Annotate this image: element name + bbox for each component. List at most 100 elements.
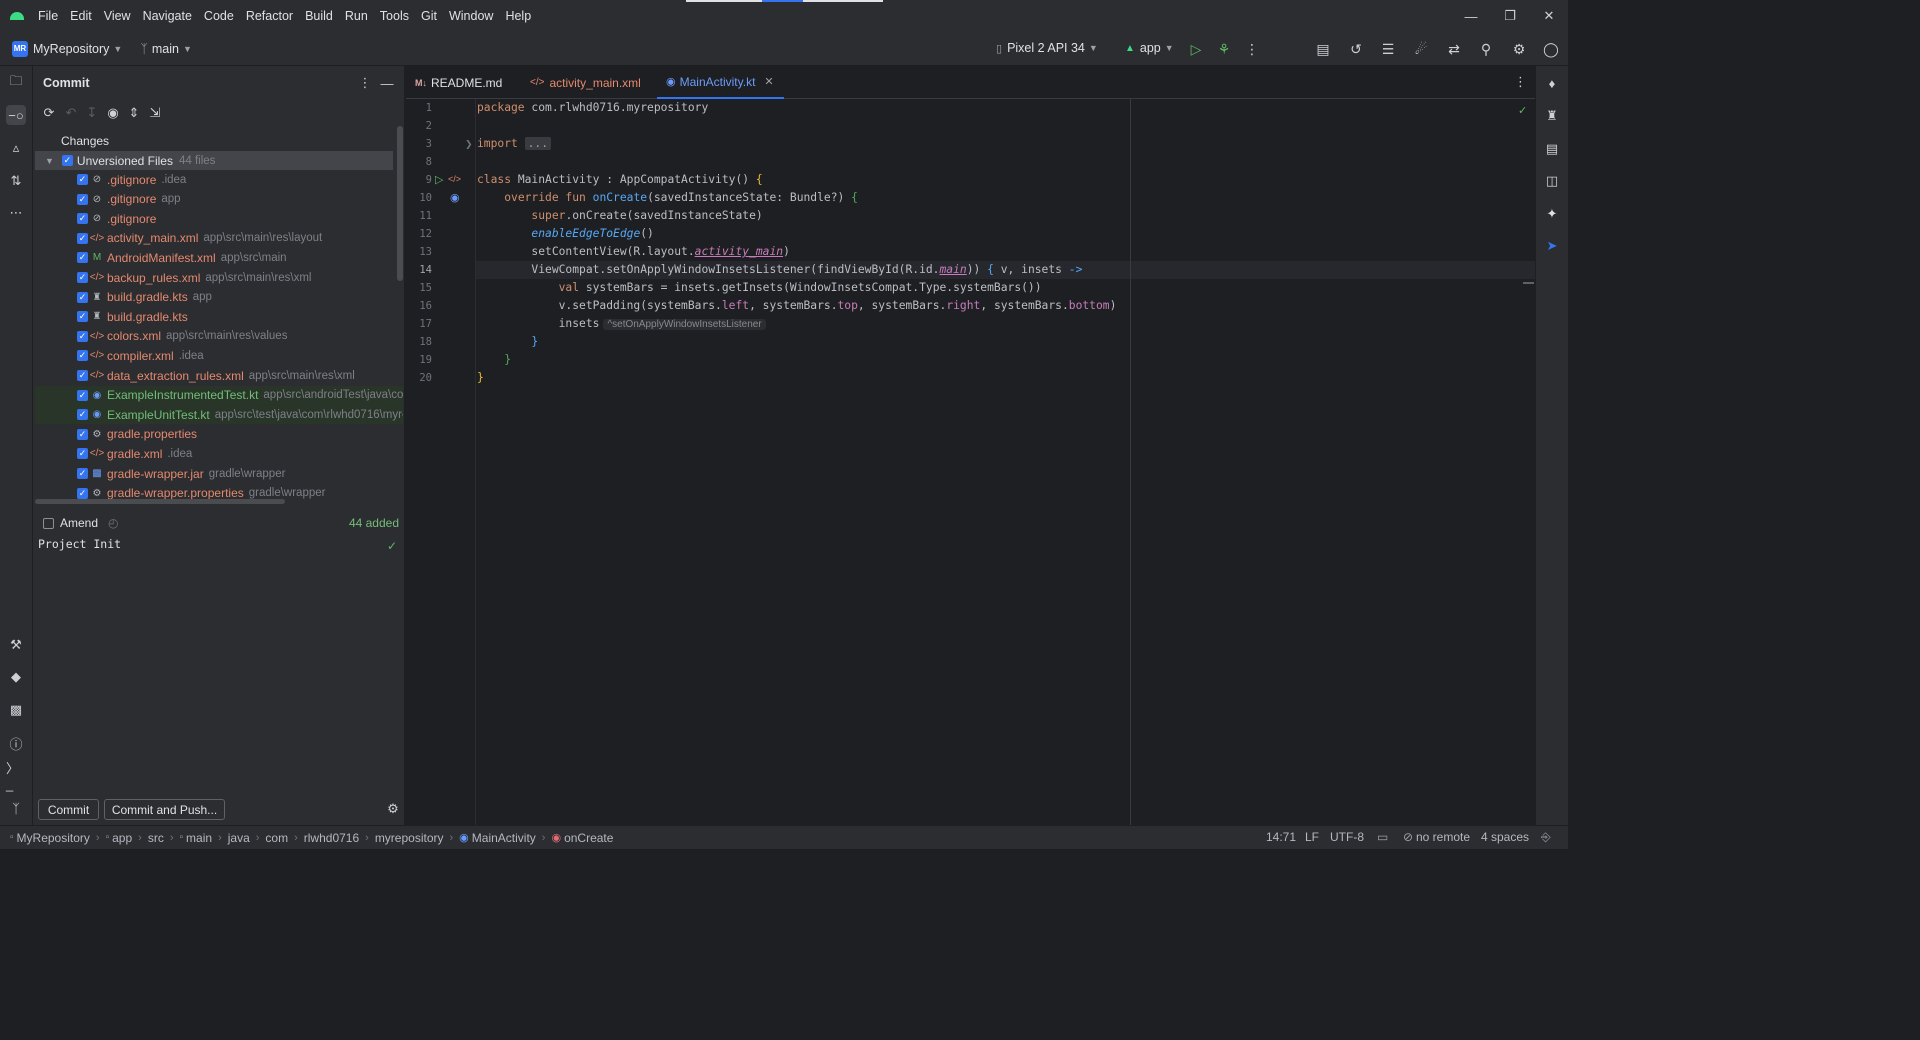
close-tab-icon[interactable]: ✕ — [764, 75, 773, 88]
gem-icon[interactable]: ◆ — [6, 667, 26, 687]
file-encoding[interactable]: UTF-8 — [1330, 830, 1364, 844]
unversioned-files-group[interactable]: ▼ ✓ Unversioned Files 44 files — [35, 151, 393, 170]
show-diff-icon[interactable]: ◉ — [105, 105, 121, 121]
device-file-explorer-icon[interactable]: ▤ — [1543, 140, 1561, 158]
menu-edit[interactable]: Edit — [70, 9, 92, 23]
search-icon[interactable]: ⚲ — [1477, 40, 1495, 58]
expand-all-icon[interactable]: ⇕ — [126, 105, 142, 121]
file-checkbox[interactable]: ✓ — [77, 291, 88, 303]
file-checkbox[interactable]: ✓ — [77, 448, 88, 460]
commit-and-push-button[interactable]: Commit and Push... — [104, 799, 225, 820]
xml-layout-gutter-icon[interactable]: </> — [448, 174, 461, 184]
resource-manager-icon[interactable]: ▵ — [6, 138, 26, 158]
profiler-icon[interactable]: ☰ — [1379, 40, 1397, 58]
notifications-icon[interactable]: ♦ — [1543, 74, 1561, 92]
file-checkbox[interactable]: ✓ — [77, 174, 88, 185]
menu-file[interactable]: File — [38, 9, 58, 23]
tab-activity-main-xml[interactable]: </> activity_main.xml — [530, 66, 641, 99]
menu-navigate[interactable]: Navigate — [143, 9, 192, 23]
override-gutter-icon[interactable]: ◉ — [450, 191, 460, 204]
settings-gear-icon[interactable]: ⚙ — [1510, 40, 1528, 58]
file-row[interactable]: ✓ M AndroidManifest.xml app\src\main — [77, 248, 403, 267]
device-selector[interactable]: ▯ Pixel 2 API 34 ▼ — [996, 41, 1098, 55]
file-checkbox[interactable]: ✓ — [77, 193, 88, 205]
menu-help[interactable]: Help — [505, 9, 531, 23]
project-switcher[interactable]: MyRepository — [33, 42, 109, 56]
breadcrumb-item[interactable]: ◉ onCreate — [551, 831, 613, 845]
tab-readme[interactable]: M↓ README.md — [415, 66, 502, 99]
build-icon[interactable]: ⚒ — [6, 635, 26, 655]
gemini-icon[interactable]: ✦ — [1543, 205, 1561, 223]
line-separator[interactable]: LF — [1305, 830, 1319, 844]
bug-icon[interactable]: ☄ — [1412, 40, 1430, 58]
vcs-status[interactable]: no remote — [1416, 830, 1470, 844]
collapse-all-icon[interactable]: ⇲ — [147, 105, 163, 121]
file-row[interactable]: ✓ </> data_extraction_rules.xml app\src\mai… — [77, 366, 403, 385]
file-row[interactable]: ✓ ▩ gradle-wrapper.jar gradle\wrapper — [77, 464, 403, 483]
tab-main-activity[interactable]: ◉ MainActivity.kt ✕ — [657, 66, 784, 99]
file-checkbox[interactable]: ✓ — [77, 428, 88, 440]
menu-window[interactable]: Window — [449, 9, 493, 23]
logcat-icon[interactable]: ▩ — [6, 700, 26, 720]
panel-options-icon[interactable]: ⋮ — [357, 75, 373, 91]
git-icon[interactable]: ᛉ — [6, 798, 26, 818]
menu-tools[interactable]: Tools — [380, 9, 409, 23]
file-checkbox[interactable]: ✓ — [77, 409, 88, 421]
shelve-icon[interactable]: ↧ — [84, 105, 100, 121]
horizontal-scrollbar[interactable] — [35, 499, 285, 504]
commit-message-input[interactable]: Project Init — [38, 537, 121, 551]
breadcrumb-item[interactable]: java — [228, 831, 250, 845]
file-row[interactable]: ✓ </> colors.xml app\src\main\res\values — [77, 327, 403, 346]
hide-panel-icon[interactable]: — — [379, 75, 395, 91]
amend-checkbox[interactable] — [43, 517, 54, 529]
file-row[interactable]: ✓ ♜ build.gradle.kts app — [77, 288, 403, 307]
device-manager-icon[interactable]: ▤ — [1314, 40, 1332, 58]
run-config-selector[interactable]: ▲ app ▼ — [1125, 41, 1174, 55]
file-checkbox[interactable]: ✓ — [77, 468, 88, 479]
account-icon[interactable]: ◯ — [1542, 40, 1560, 58]
pull-requests-icon[interactable]: ⇅ — [6, 171, 26, 191]
debug-icon[interactable]: ⚘ — [1215, 40, 1233, 58]
file-row[interactable]: ✓ ◉ ExampleUnitTest.kt app\src\test\java\co… — [35, 405, 403, 425]
file-checkbox[interactable]: ✓ — [77, 252, 88, 264]
file-row[interactable]: ✓ </> activity_main.xml app\src\main\res\la… — [77, 229, 403, 248]
terminal-icon[interactable]: 〉_ — [6, 761, 26, 792]
sync-icon[interactable]: ⇄ — [1445, 40, 1463, 58]
caret-position[interactable]: 14:71 — [1266, 830, 1296, 844]
problems-icon[interactable]: ⓘ — [6, 733, 26, 753]
file-checkbox[interactable]: ✓ — [77, 311, 88, 323]
close-window-icon[interactable]: ✕ — [1529, 0, 1569, 32]
run-icon[interactable]: ▷ — [1187, 40, 1205, 58]
file-row[interactable]: ✓ ♜ build.gradle.kts — [77, 307, 403, 326]
app-quality-icon[interactable]: ↺ — [1347, 40, 1365, 58]
breadcrumb-item[interactable]: rlwhd0716 — [304, 831, 359, 845]
file-row[interactable]: ✓ </> gradle.xml .idea — [77, 444, 403, 463]
menu-view[interactable]: View — [104, 9, 131, 23]
breadcrumb-item[interactable]: com — [265, 831, 288, 845]
file-row[interactable]: ✓ ⊘ .gitignore app — [77, 190, 403, 209]
branch-switcher[interactable]: main — [152, 42, 179, 56]
commit-button[interactable]: Commit — [38, 799, 99, 820]
menu-code[interactable]: Code — [204, 9, 234, 23]
menu-refactor[interactable]: Refactor — [246, 9, 293, 23]
breadcrumb-item[interactable]: ▫ MyRepository — [10, 831, 90, 845]
lock-icon[interactable]: ⎆ — [1541, 830, 1551, 845]
readonly-toggle-icon[interactable]: ▭ — [1377, 830, 1388, 844]
file-checkbox[interactable]: ✓ — [77, 232, 88, 244]
project-folder-icon[interactable]: 🗀 — [6, 73, 26, 93]
file-row[interactable]: ✓ </> compiler.xml .idea — [77, 346, 403, 365]
vertical-scrollbar[interactable] — [397, 126, 403, 281]
breadcrumb-item[interactable]: ▫ main — [180, 831, 213, 845]
flutter-icon[interactable]: ➤ — [1543, 237, 1561, 255]
file-checkbox[interactable]: ✓ — [77, 272, 88, 283]
commit-tool-icon[interactable]: −○ — [6, 105, 26, 125]
menu-build[interactable]: Build — [305, 9, 333, 23]
breadcrumb-item[interactable]: ◉ MainActivity — [459, 831, 536, 845]
indent-setting[interactable]: 4 spaces — [1481, 830, 1529, 844]
breadcrumb-item[interactable]: ▫ app — [106, 831, 133, 845]
commit-options-gear-icon[interactable]: ⚙ — [385, 801, 401, 817]
file-checkbox[interactable]: ✓ — [77, 389, 88, 401]
more-tools-icon[interactable]: ⋯ — [6, 203, 26, 223]
fold-chevron-icon[interactable]: ❯ — [465, 139, 473, 150]
more-actions-icon[interactable]: ⋮ — [1243, 40, 1261, 58]
